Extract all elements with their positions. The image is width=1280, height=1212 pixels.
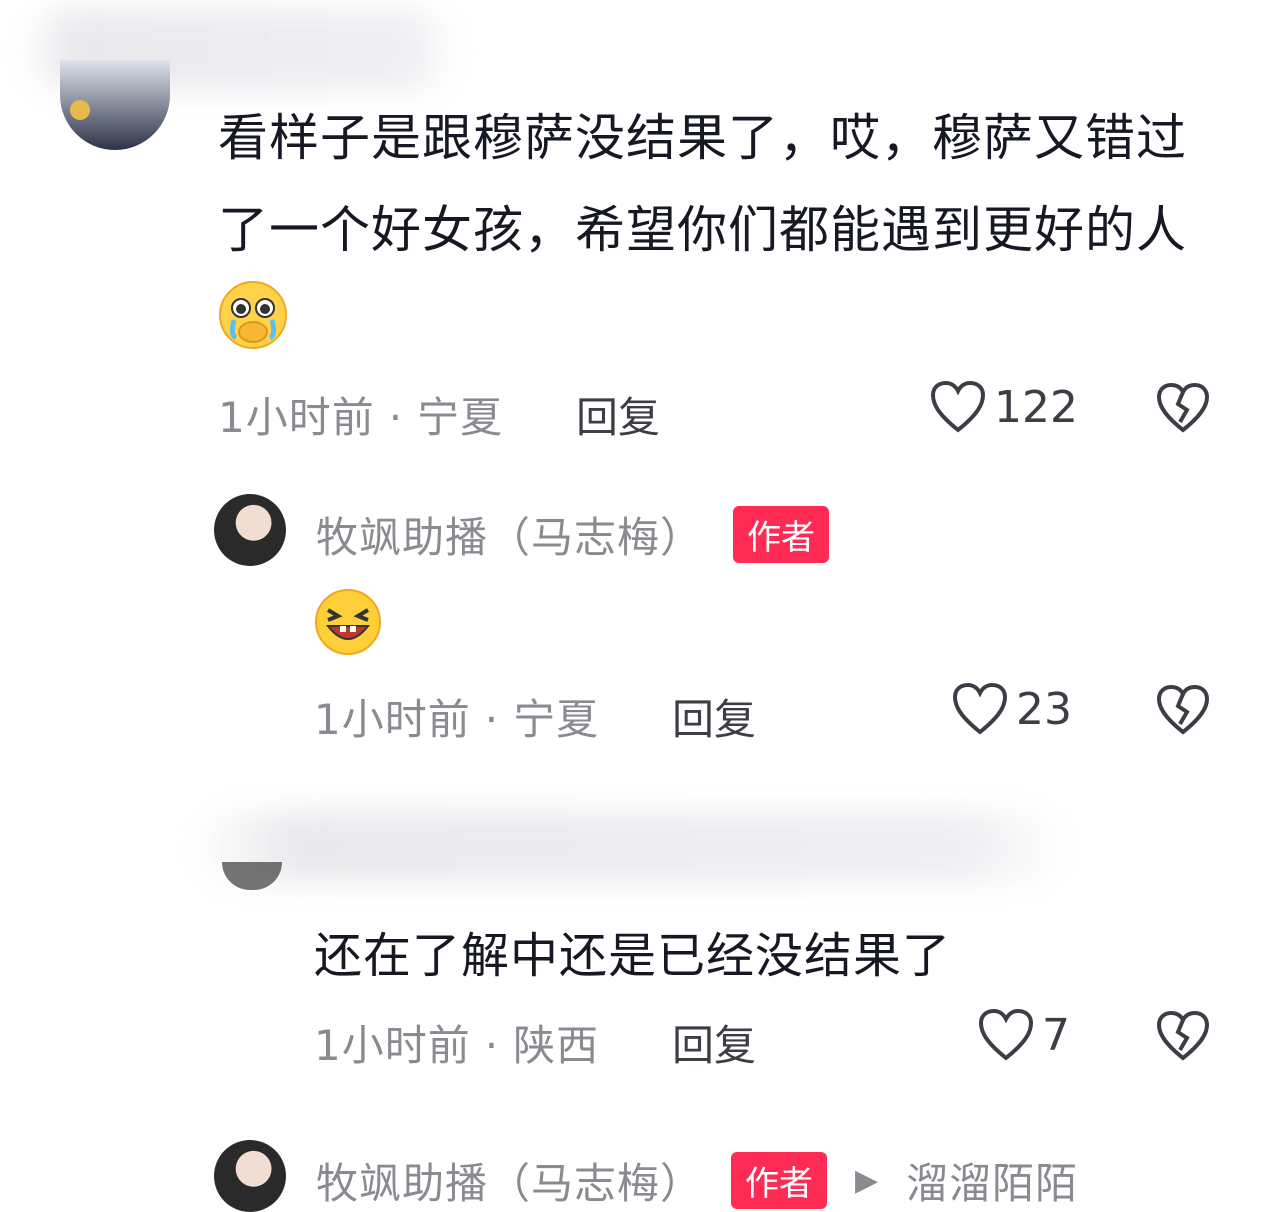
redacted-username [190, 812, 1070, 882]
author-name[interactable]: 牧飒助播（马志梅） [316, 504, 703, 565]
meta-separator: · [388, 393, 404, 442]
broken-heart-icon[interactable] [1156, 1010, 1210, 1062]
meta-separator: · [484, 695, 500, 744]
reply-text: 还在了解中还是已经没结果了 [314, 928, 952, 984]
reply-meta: 1小时前 · 宁夏 [314, 686, 599, 747]
laughing-face-emoji [315, 589, 381, 655]
reply-target-name[interactable]: 溜溜陌陌 [906, 1150, 1078, 1211]
broken-heart-icon[interactable] [1156, 684, 1210, 736]
redacted-avatar [222, 862, 282, 890]
reply-button[interactable]: 回复 [672, 686, 756, 747]
crying-face-emoji [219, 281, 287, 349]
author-name[interactable]: 牧飒助播（马志梅） [316, 1150, 703, 1211]
reply-button[interactable]: 回复 [576, 384, 660, 445]
author-badge: 作者 [731, 1152, 828, 1209]
meta-separator: · [484, 1021, 500, 1070]
author-header: 牧飒助播（马志梅） 作者 [316, 504, 830, 565]
heart-outline-icon [978, 1008, 1034, 1061]
like-count: 23 [1016, 683, 1072, 735]
like-button[interactable]: 23 [952, 682, 1072, 736]
reply-location: 宁夏 [513, 695, 600, 744]
reply-button[interactable]: 回复 [672, 1012, 756, 1073]
author-badge: 作者 [733, 506, 830, 563]
like-count: 7 [1042, 1009, 1070, 1061]
broken-heart-icon[interactable] [1156, 382, 1210, 434]
reply-time: 1小时前 [314, 1021, 471, 1070]
comment-text-line-1: 看样子是跟穆萨没结果了，哎，穆萨又错过 [218, 109, 1187, 167]
comment-text-line-2: 了一个好女孩，希望你们都能遇到更好的人 [218, 201, 1187, 259]
reply-time: 1小时前 [314, 695, 471, 744]
comment-location: 宁夏 [417, 393, 504, 442]
heart-outline-icon [952, 682, 1008, 735]
author-avatar[interactable] [214, 1140, 286, 1212]
like-count: 122 [994, 381, 1078, 433]
like-button[interactable]: 7 [978, 1008, 1070, 1062]
heart-outline-icon [930, 380, 986, 433]
comment-text: 看样子是跟穆萨没结果了，哎，穆萨又错过 了一个好女孩，希望你们都能遇到更好的人 [218, 92, 1258, 276]
like-button[interactable]: 122 [930, 380, 1078, 434]
comment-time: 1小时前 [218, 393, 375, 442]
reply-meta: 1小时前 · 陕西 [314, 1012, 599, 1073]
author-header: 牧飒助播（马志梅） 作者 ▶ 溜溜陌陌 [316, 1150, 1078, 1211]
reply-arrow-icon: ▶ [855, 1163, 879, 1198]
author-avatar[interactable] [214, 494, 286, 566]
reply-location: 陕西 [513, 1021, 600, 1070]
comment-meta: 1小时前 · 宁夏 [218, 384, 503, 445]
commenter-avatar[interactable] [60, 60, 170, 150]
